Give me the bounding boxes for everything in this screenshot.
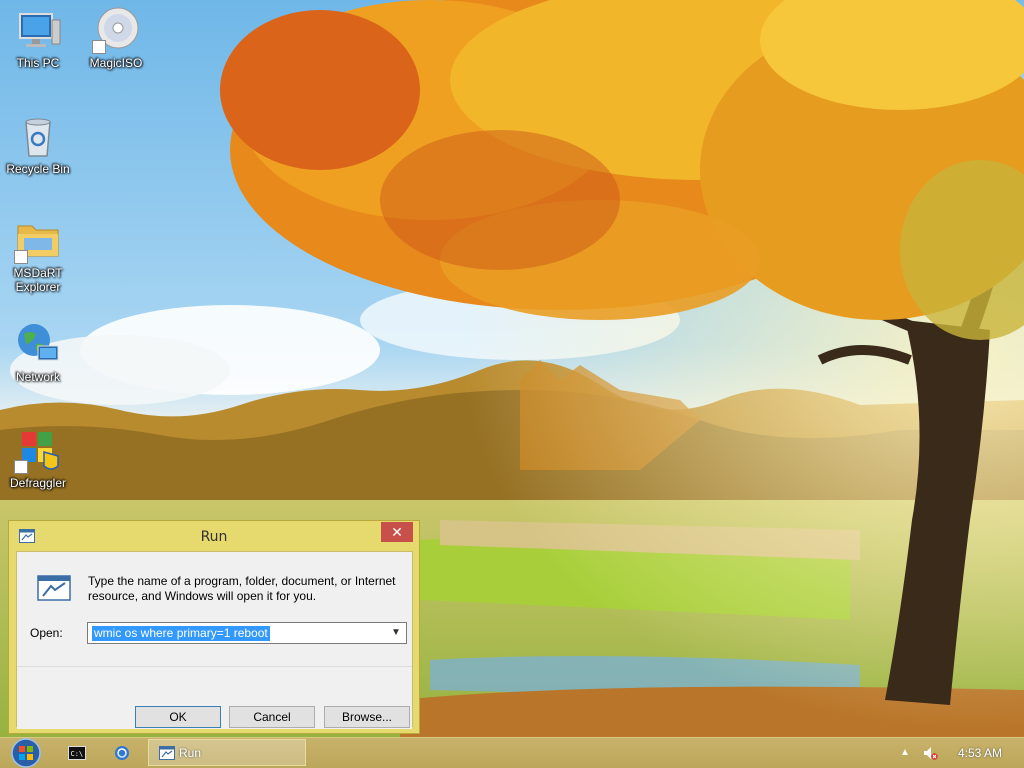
open-input[interactable]: wmic os where primary=1 reboot [92,626,270,641]
recycle-bin-icon [14,112,62,160]
run-description: Type the name of a program, folder, docu… [88,574,396,603]
desktop-icon-label: This PC [16,56,60,70]
chevron-down-icon[interactable]: ▼ [389,625,403,641]
volume-muted-icon[interactable] [922,745,938,761]
desktop-icon-recycle-bin[interactable]: Recycle Bin [0,112,76,176]
desktop-icon-label: MSDaRT Explorer [13,266,63,294]
run-dialog-title: Run [200,529,228,545]
close-button[interactable]: ✕ [381,522,413,542]
desktop-icon-network[interactable]: Network [0,320,76,384]
network-globe-icon [14,320,62,368]
magiciso-disc-icon [92,6,140,54]
open-label: Open: [30,626,63,640]
defraggler-icon [14,426,62,474]
start-button[interactable] [8,738,44,768]
shortcut-arrow-icon [92,40,106,54]
desktop-icon-label: Network [15,370,60,384]
run-dialog-body: Type the name of a program, folder, docu… [16,551,413,729]
shortcut-arrow-icon [14,460,28,474]
taskbar-run-label: Run [179,746,202,760]
this-pc-icon [14,6,62,54]
desktop-icon-magiciso[interactable]: MagicISO [78,6,154,70]
desktop-icon-label: Defraggler [9,476,67,490]
folder-explorer-icon [14,216,62,264]
cancel-button[interactable]: Cancel [229,706,315,728]
taskbar: C:\ Run ▲ 4:53 AM [0,737,1024,768]
svg-text:C:\: C:\ [71,750,84,758]
taskbar-clock[interactable]: 4:53 AM [958,746,1002,760]
run-dialog[interactable]: Run ✕ Type the name of a program, folder… [8,520,420,734]
browse-button[interactable]: Browse... [324,706,410,728]
taskbar-run-button[interactable]: Run [148,739,306,766]
command-prompt-icon[interactable]: C:\ [68,744,86,762]
show-hidden-icons-chevron-icon[interactable]: ▲ [900,747,910,758]
close-icon: ✕ [391,524,403,540]
desktop-icon-label: MagicISO [89,56,143,70]
desktop-icon-label: Recycle Bin [6,162,70,176]
run-program-icon [37,575,71,601]
desktop-icon-this-pc[interactable]: This PC [0,6,76,70]
open-combobox[interactable]: wmic os where primary=1 reboot ▼ [87,622,407,644]
refresh-app-icon[interactable] [113,744,131,762]
desktop-icon-defraggler[interactable]: Defraggler [0,426,76,490]
desktop-icon-msdart-explorer[interactable]: MSDaRT Explorer [0,216,76,294]
run-app-icon [159,746,175,760]
ok-button[interactable]: OK [135,706,221,728]
shortcut-arrow-icon [14,250,28,264]
run-titlebar[interactable]: Run ✕ [9,521,419,551]
